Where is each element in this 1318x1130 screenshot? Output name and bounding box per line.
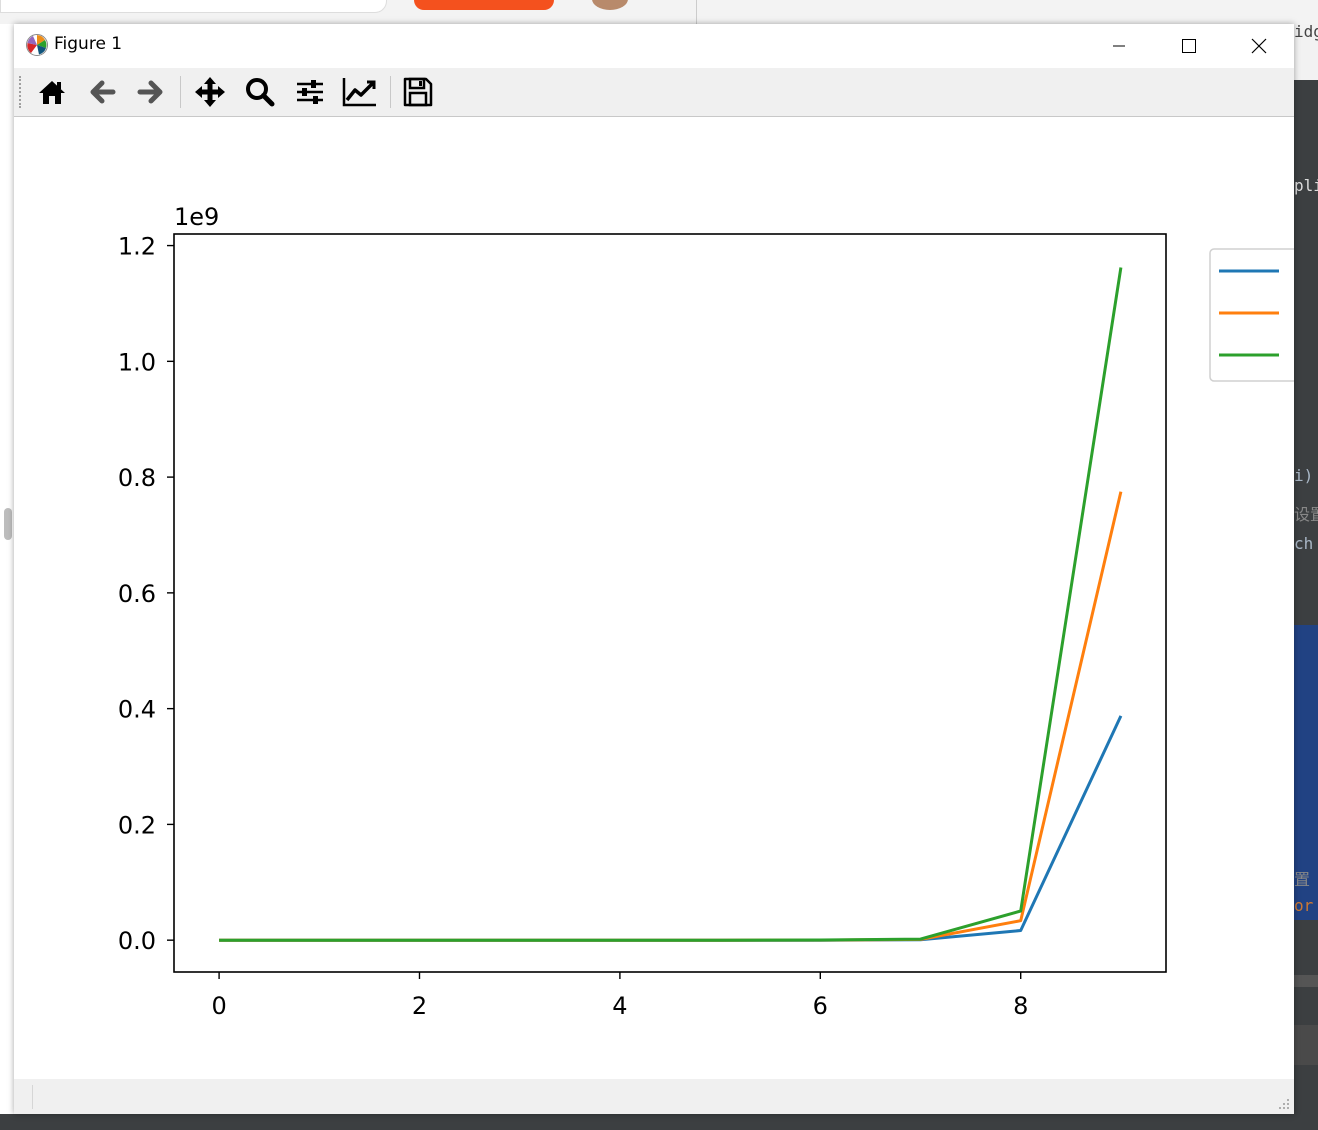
background-ide-scrollbar [1294, 975, 1318, 987]
y-tick-label: 0.6 [118, 580, 156, 608]
maximize-button[interactable] [1154, 24, 1224, 68]
line-chart[interactable]: 0 2 4 6 8 0.0 0.2 0.4 0.6 0.8 1.0 1.2 1e9 [14, 117, 1311, 1079]
sliders-icon [297, 80, 323, 104]
close-button[interactable] [1224, 24, 1294, 68]
background-ide-panel [1294, 1025, 1318, 1065]
legend-box [1209, 248, 1311, 382]
background-text: i) [1294, 466, 1314, 485]
background-text: 置 [1294, 870, 1311, 889]
subplots-button[interactable] [291, 74, 329, 110]
figure-canvas[interactable]: 0 2 4 6 8 0.0 0.2 0.4 0.6 0.8 1.0 1.2 1e9 [14, 117, 1311, 1079]
move-icon [195, 77, 225, 107]
y-tick-label: 1.2 [118, 233, 156, 261]
minimize-button[interactable] [1084, 24, 1154, 68]
toolbar-grip[interactable] [19, 76, 24, 108]
customize-button[interactable] [341, 74, 379, 110]
zoom-button[interactable] [241, 74, 279, 110]
arrow-left-icon [90, 80, 116, 104]
background-taskbar [0, 1114, 1294, 1130]
background-text: 设置 [1294, 505, 1318, 524]
y-tick-label: 1.0 [118, 348, 156, 376]
status-divider [32, 1085, 33, 1109]
x-tick-label: 4 [612, 992, 627, 1020]
save-button[interactable] [399, 74, 437, 110]
toolbar-separator [180, 76, 181, 108]
window-title: Figure 1 [54, 34, 123, 54]
y-tick-label: 0.0 [118, 927, 156, 955]
matplotlib-logo-icon [26, 34, 48, 56]
x-tick-label: 6 [813, 992, 828, 1020]
background-orange-button [414, 0, 554, 10]
line-chart-icon [342, 78, 376, 107]
arrow-right-icon [137, 80, 163, 104]
back-button[interactable] [83, 74, 121, 110]
figure-window: Figure 1 0 2 4 6 8 0.0 0.2 0.4 0.6 0.8 1… [14, 24, 1311, 1114]
background-text: ch [1294, 534, 1314, 553]
background-divider [696, 0, 697, 24]
status-bar [14, 1079, 1294, 1114]
magnifier-icon [246, 78, 275, 107]
maximize-icon [1182, 39, 1196, 53]
minimize-icon [1113, 45, 1125, 47]
y-tick-label: 0.2 [118, 811, 156, 839]
toolbar-separator [390, 76, 391, 108]
x-tick-label: 8 [1013, 992, 1028, 1020]
background-scroll-handle [4, 508, 12, 540]
background-browser-tab [0, 0, 387, 13]
title-bar[interactable]: Figure 1 [14, 24, 1294, 68]
background-text: or [1294, 896, 1314, 915]
plot-area [174, 234, 1166, 972]
navigation-toolbar [14, 68, 1294, 117]
home-icon [39, 81, 65, 104]
resize-grip-icon[interactable] [1278, 1098, 1290, 1110]
background-text: idg [1294, 22, 1318, 41]
close-icon [1251, 38, 1267, 54]
y-tick-label: 0.8 [118, 464, 156, 492]
y-tick-label: 0.4 [118, 696, 156, 724]
x-tick-label: 0 [211, 992, 226, 1020]
background-text: plie [1294, 176, 1318, 195]
home-button[interactable] [33, 74, 71, 110]
y-offset-label: 1e9 [174, 203, 219, 231]
forward-button[interactable] [132, 74, 170, 110]
pan-button[interactable] [191, 74, 229, 110]
x-tick-label: 2 [412, 992, 427, 1020]
floppy-disk-icon [403, 77, 433, 107]
